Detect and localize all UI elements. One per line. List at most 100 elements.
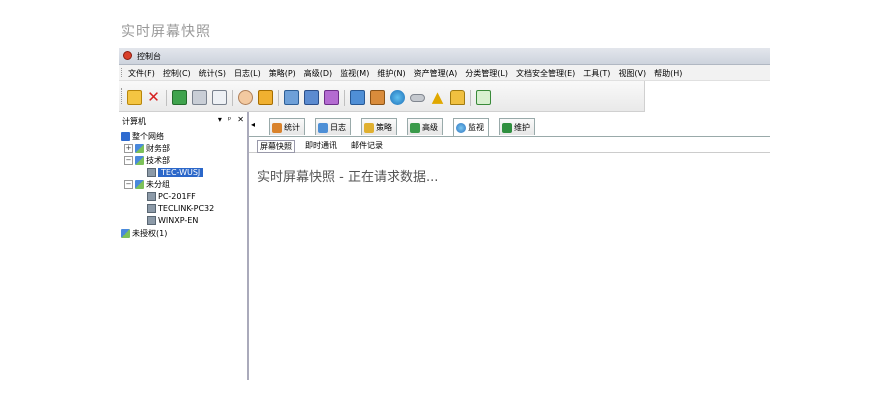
tab-scroll-left-icon[interactable]: ◂: [251, 120, 255, 129]
delete-icon[interactable]: ✕: [146, 90, 161, 105]
app-icon: [123, 51, 132, 60]
menu-view[interactable]: 视图(V): [618, 68, 646, 79]
expand-icon[interactable]: +: [124, 144, 133, 153]
tree-label: TECLINK-PC32: [158, 204, 215, 213]
policy-icon: [364, 122, 374, 133]
tab-label: 监视: [468, 123, 484, 132]
tree-label: 财务部: [146, 144, 170, 153]
computers-icon[interactable]: [284, 90, 299, 105]
tree-node-ungrouped[interactable]: − 未分组: [124, 179, 170, 191]
tree-node-pc-201ff[interactable]: PC-201FF: [147, 191, 196, 203]
print-preview-icon[interactable]: [212, 90, 227, 105]
panel-close-button[interactable]: ✕: [237, 115, 244, 124]
panel-menu-button[interactable]: ▾: [218, 115, 222, 124]
tree-node-tech[interactable]: − 技术部: [124, 155, 170, 167]
update-icon[interactable]: [476, 90, 491, 105]
tree-label: PC-201FF: [158, 192, 196, 201]
toolbar-separator: [344, 90, 345, 106]
network-icon: [121, 132, 130, 141]
subtab-email-records[interactable]: 邮件记录: [349, 140, 385, 151]
subtab-instant-messaging[interactable]: 即时通讯: [303, 140, 339, 151]
tab-strip: ◂ 统计 日志 策略 高级 监视 维护: [249, 114, 770, 137]
maintenance-icon: [502, 122, 512, 133]
menu-assets[interactable]: 资产管理(A): [414, 68, 458, 79]
menu-advanced[interactable]: 高级(D): [304, 68, 332, 79]
tree-label: 整个网络: [132, 132, 164, 141]
tree-label: 未分组: [146, 180, 170, 189]
menu-help[interactable]: 帮助(H): [654, 68, 682, 79]
tree-node-unauthorized[interactable]: 未授权(1): [121, 228, 167, 240]
tab-label: 维护: [514, 123, 530, 132]
panel-pin-button[interactable]: ᵖ: [228, 115, 231, 124]
policy-icon[interactable]: [258, 90, 273, 105]
toolbar-separator: [166, 90, 167, 106]
tree-node-finance[interactable]: + 财务部: [124, 143, 170, 155]
tree-node-winxp-en[interactable]: WINXP-EN: [147, 215, 198, 227]
tab-statistics[interactable]: 统计: [269, 118, 305, 135]
menu-control[interactable]: 控制(C): [163, 68, 191, 79]
status-message: 实时屏幕快照 - 正在请求数据...: [257, 170, 439, 185]
menu-doc-security[interactable]: 文档安全管理(E): [516, 68, 575, 79]
page-caption: 实时屏幕快照: [121, 24, 211, 40]
warning-icon[interactable]: ▲: [430, 90, 445, 105]
group-icon: [135, 156, 144, 165]
title-bar: 控制台: [119, 48, 770, 65]
tab-policy[interactable]: 策略: [361, 118, 397, 135]
tab-label: 统计: [284, 123, 300, 132]
window-title: 控制台: [137, 52, 161, 61]
menu-log[interactable]: 日志(L): [234, 68, 261, 79]
log-icon[interactable]: [324, 90, 339, 105]
subtab-screen-snapshot[interactable]: 屏幕快照: [257, 140, 295, 153]
tab-label: 策略: [376, 123, 392, 132]
menu-monitor[interactable]: 监视(M): [340, 68, 369, 79]
network-icon[interactable]: [350, 90, 365, 105]
tree-label: WINXP-EN: [158, 216, 199, 225]
group-icon: [121, 229, 130, 238]
tree-label: 未授权(1): [132, 229, 168, 238]
tab-monitor[interactable]: 监视: [453, 118, 489, 136]
toolbar-separator: [232, 90, 233, 106]
menu-file[interactable]: 文件(F): [128, 68, 155, 79]
new-icon[interactable]: [127, 90, 142, 105]
panel-header: 计算机 ▾ ᵖ ✕: [119, 115, 247, 127]
tree-node-entire-network[interactable]: 整个网络: [121, 131, 164, 143]
advanced-icon: [410, 122, 420, 133]
globe-icon[interactable]: [390, 90, 405, 105]
tab-label: 日志: [330, 123, 346, 132]
collapse-icon[interactable]: −: [124, 180, 133, 189]
tree-label: TEC-WUSJ: [158, 168, 204, 177]
menu-grip: [121, 68, 124, 77]
collapse-icon[interactable]: −: [124, 156, 133, 165]
console-window: 控制台 文件(F) 控制(C) 统计(S) 日志(L) 策略(P) 高级(D) …: [119, 48, 770, 380]
refresh-icon[interactable]: [172, 90, 187, 105]
menu-category[interactable]: 分类管理(L): [465, 68, 508, 79]
toolbar-separator: [470, 90, 471, 106]
menu-policy[interactable]: 策略(P): [269, 68, 296, 79]
print-icon[interactable]: [192, 90, 207, 105]
menu-maintenance[interactable]: 维护(N): [377, 68, 405, 79]
menu-statistics[interactable]: 统计(S): [199, 68, 226, 79]
computer-icon: [147, 204, 156, 213]
menu-bar: 文件(F) 控制(C) 统计(S) 日志(L) 策略(P) 高级(D) 监视(M…: [119, 65, 770, 81]
menu-tools[interactable]: 工具(T): [583, 68, 610, 79]
statistics-icon: [272, 122, 282, 133]
report-icon[interactable]: [370, 90, 385, 105]
toolbar: ✕ ▲: [119, 81, 645, 112]
tab-log[interactable]: 日志: [315, 118, 351, 135]
tree-node-teclink-pc32[interactable]: TECLINK-PC32: [147, 203, 214, 215]
tree-node-tec-wusj[interactable]: TEC-WUSJ: [147, 167, 204, 179]
hand-icon[interactable]: [238, 90, 253, 105]
group-icon: [135, 180, 144, 189]
tab-advanced[interactable]: 高级: [407, 118, 443, 135]
computer-panel: 计算机 ▾ ᵖ ✕ 整个网络 + 财务部 − 技术部 TEC-WUSJ − 未分组: [119, 112, 249, 380]
monitor-subtabs: 屏幕快照 即时通讯 邮件记录: [249, 138, 770, 153]
tree-label: 技术部: [146, 156, 170, 165]
screen-icon[interactable]: [304, 90, 319, 105]
tab-maintenance[interactable]: 维护: [499, 118, 535, 135]
computer-icon: [147, 168, 156, 177]
panel-title: 计算机: [122, 117, 146, 126]
monitor-icon: [456, 122, 466, 133]
group-icon: [135, 144, 144, 153]
device-icon[interactable]: [410, 94, 425, 102]
lock-icon[interactable]: [450, 90, 465, 105]
